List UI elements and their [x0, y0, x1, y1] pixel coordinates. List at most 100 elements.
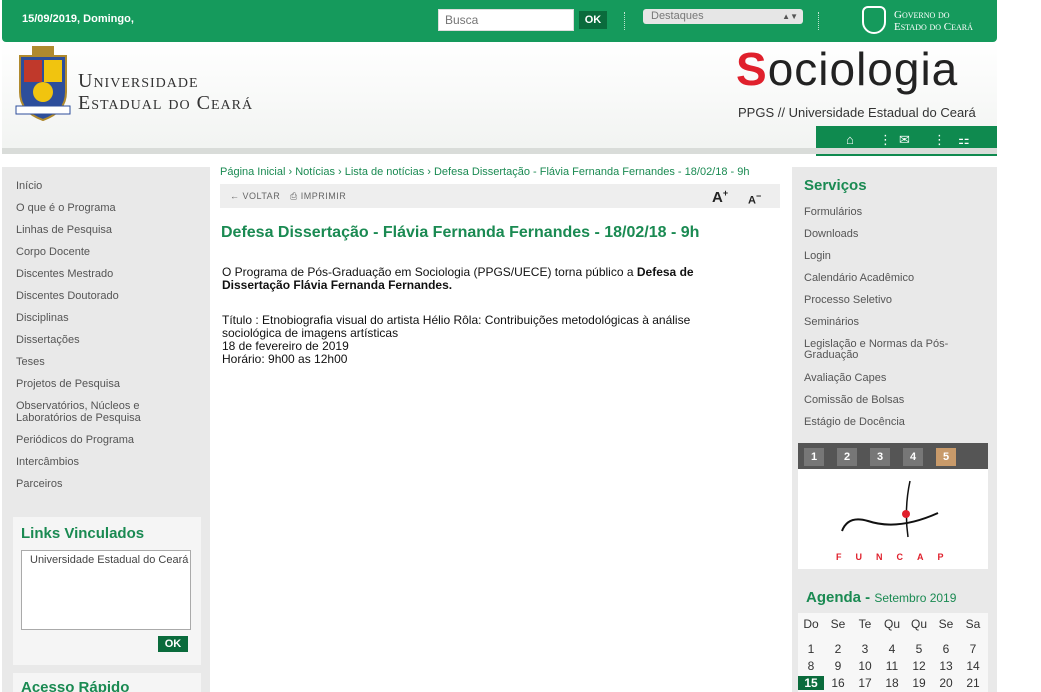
mail-icon[interactable]: ✉: [899, 132, 910, 148]
banner-slider[interactable]: 1 2 3 4 5 FUNCAP: [798, 443, 988, 569]
list-item[interactable]: Universidade Estadual do Ceará: [30, 554, 188, 566]
slider-tab-3[interactable]: 3: [870, 448, 890, 466]
font-decrease-label: A: [748, 194, 756, 207]
agenda-month[interactable]: Setembro 2019: [874, 591, 956, 605]
calendar-day[interactable]: 13: [933, 659, 959, 673]
calendar-day[interactable]: 21: [960, 676, 986, 690]
calendar-day[interactable]: 16: [825, 676, 851, 690]
servicos-item-comissao[interactable]: Comissão de Bolsas: [804, 395, 904, 406]
university-name-line2: Estadual do Ceará: [78, 92, 254, 114]
slider-tab-2[interactable]: 2: [837, 448, 857, 466]
weekday-label: Se: [830, 617, 846, 631]
font-decrease-button[interactable]: A−: [748, 191, 761, 207]
acesso-rapido-panel: Acesso Rápido: [13, 673, 201, 692]
calendar-day[interactable]: 5: [906, 642, 932, 656]
sitemap-icon[interactable]: ⚏: [958, 132, 970, 148]
sidebar-item-projetos[interactable]: Projetos de Pesquisa: [16, 378, 120, 390]
divider: ⋮: [933, 132, 946, 147]
calendar-day[interactable]: 11: [879, 659, 905, 673]
calendar-day[interactable]: 19: [906, 676, 932, 690]
calendar-day[interactable]: 9: [825, 659, 851, 673]
sidebar-item-discentes-doutorado[interactable]: Discentes Doutorado: [16, 290, 119, 302]
calendar-day[interactable]: 3: [852, 642, 878, 656]
print-button[interactable]: ⎙ IMPRIMIR: [290, 191, 346, 202]
agenda-panel: Agenda - Setembro 2019 Do Se Te Qu Qu Se…: [798, 579, 988, 692]
calendar-day[interactable]: 17: [852, 676, 878, 690]
calendar-day[interactable]: 10: [852, 659, 878, 673]
select-arrows-icon: ▲▼: [782, 12, 798, 21]
paragraph-bold: Defesa de: [636, 265, 694, 279]
print-label: IMPRIMIR: [300, 191, 347, 201]
weekday-label: Te: [858, 617, 872, 631]
servicos-item-downloads[interactable]: Downloads: [804, 229, 858, 240]
university-name-line1: Universidade: [78, 70, 199, 92]
divider: ⋮: [879, 132, 892, 147]
paragraph-bold-line2: Dissertação Flávia Fernanda Fernandes.: [222, 278, 453, 292]
left-sidebar: Início O que é o Programa Linhas de Pesq…: [2, 167, 210, 692]
servicos-item-processo-seletivo[interactable]: Processo Seletivo: [804, 295, 892, 306]
sidebar-item-discentes-mestrado[interactable]: Discentes Mestrado: [16, 268, 113, 280]
site-logo-sociologia[interactable]: Sociologia: [736, 42, 958, 96]
logo-rest: ociologia: [767, 43, 959, 95]
search-ok-button[interactable]: OK: [579, 11, 607, 29]
servicos-item-avaliacao[interactable]: Avaliação Capes: [804, 373, 886, 384]
header-stripe: [2, 148, 997, 154]
servicos-item-calendario[interactable]: Calendário Acadêmico: [804, 273, 914, 284]
sidebar-item-linhas[interactable]: Linhas de Pesquisa: [16, 224, 112, 236]
sidebar-item-disciplinas[interactable]: Disciplinas: [16, 312, 69, 324]
calendar-day[interactable]: 7: [960, 642, 986, 656]
sidebar-item-programa[interactable]: O que é o Programa: [16, 202, 116, 214]
top-bar: 15/09/2019, Domingo, OK Destaques ▲▼ Gov…: [2, 0, 997, 42]
links-vinculados-panel: Links Vinculados Universidade Estadual d…: [13, 517, 201, 665]
slider-tab-4[interactable]: 4: [903, 448, 923, 466]
calendar-day[interactable]: 14: [960, 659, 986, 673]
governo-line1: Governo do: [894, 9, 950, 21]
breadcrumb[interactable]: Página Inicial › Notícias › Lista de not…: [220, 166, 749, 178]
slider-tab-5[interactable]: 5: [936, 448, 956, 466]
servicos-item-legislacao-line2[interactable]: Graduação: [804, 350, 858, 361]
servicos-item-estagio[interactable]: Estágio de Docência: [804, 417, 905, 428]
slider-tab-1[interactable]: 1: [804, 448, 824, 466]
weekday-label: Sa: [965, 617, 981, 631]
calendar-day[interactable]: 2: [825, 642, 851, 656]
sidebar-item-corpo-docente[interactable]: Corpo Docente: [16, 246, 90, 258]
agenda-title: Agenda - Setembro 2019: [806, 589, 956, 606]
sidebar-item-periodicos[interactable]: Periódicos do Programa: [16, 434, 134, 446]
font-increase-button[interactable]: A+: [712, 188, 728, 206]
right-sidebar: Serviços Formulários Downloads Login Cal…: [792, 167, 997, 692]
calendar-day[interactable]: 1: [798, 642, 824, 656]
divider: [818, 12, 819, 30]
servicos-item-formularios[interactable]: Formulários: [804, 207, 862, 218]
weekday-label: Se: [938, 617, 954, 631]
calendar-day[interactable]: 20: [933, 676, 959, 690]
servicos-item-login[interactable]: Login: [804, 251, 831, 262]
sidebar-item-teses[interactable]: Teses: [16, 356, 45, 368]
destaques-select[interactable]: Destaques ▲▼: [643, 9, 803, 24]
search-input[interactable]: [438, 9, 574, 31]
calendar-day-today[interactable]: 15: [798, 676, 824, 690]
weekday-label: Do: [803, 617, 819, 631]
calendar-day[interactable]: 6: [933, 642, 959, 656]
calendar-day[interactable]: 8: [798, 659, 824, 673]
acesso-rapido-title: Acesso Rápido: [21, 679, 130, 692]
sidebar-item-intercambios[interactable]: Intercâmbios: [16, 456, 79, 468]
back-button[interactable]: ← VOLTAR: [230, 191, 280, 201]
calendar-day[interactable]: 18: [879, 676, 905, 690]
site-subtitle: PPGS // Universidade Estadual do Ceará: [738, 105, 976, 120]
agenda-label: Agenda -: [806, 589, 875, 606]
sidebar-item-observatorios-line2[interactable]: Laboratórios de Pesquisa: [16, 412, 141, 424]
home-icon[interactable]: ⌂: [846, 132, 854, 147]
sidebar-item-dissertacoes[interactable]: Dissertações: [16, 334, 80, 346]
calendar-day[interactable]: 4: [879, 642, 905, 656]
sidebar-item-observatorios[interactable]: Observatórios, Núcleos e: [16, 400, 140, 412]
servicos-title: Serviços: [804, 177, 867, 194]
uece-shield-logo[interactable]: [14, 46, 72, 122]
funcap-text: FUNCAP: [836, 552, 958, 562]
links-vinculados-list[interactable]: Universidade Estadual do Ceará: [21, 550, 191, 630]
links-ok-button[interactable]: OK: [158, 636, 188, 652]
sidebar-item-inicio[interactable]: Início: [16, 180, 42, 192]
calendar-day[interactable]: 12: [906, 659, 932, 673]
funcap-logo-graphic: [841, 480, 939, 538]
servicos-item-seminarios[interactable]: Seminários: [804, 317, 859, 328]
sidebar-item-parceiros[interactable]: Parceiros: [16, 478, 62, 490]
